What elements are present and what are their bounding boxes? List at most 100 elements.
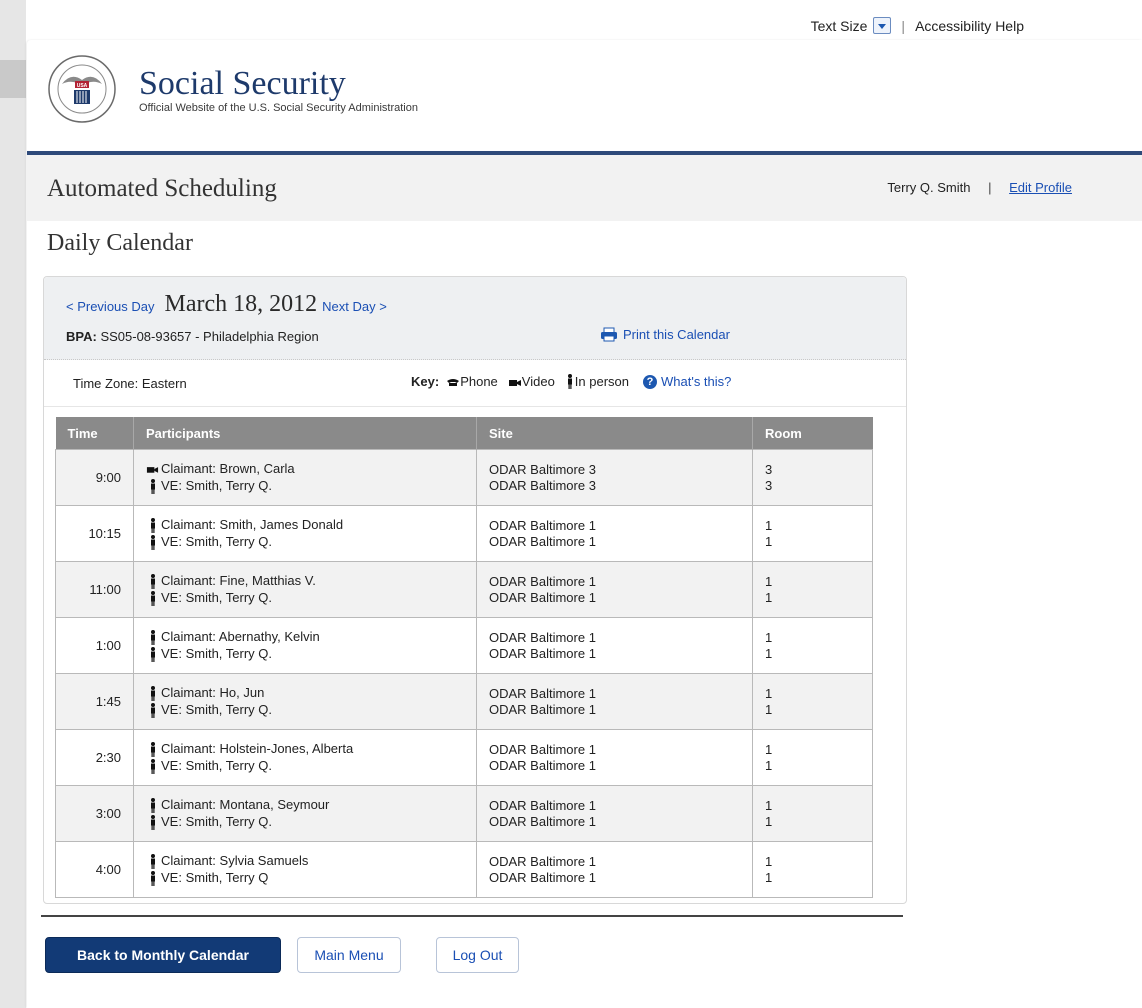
site-cell: ODAR Baltimore 1 ODAR Baltimore 1 [476,673,753,730]
user-menu: Terry Q. Smith | Edit Profile [887,180,1072,195]
room-number: 1 [765,813,773,829]
site-name: ODAR Baltimore 1 [489,797,596,813]
room-cell: 11 [752,729,873,786]
edit-profile-link[interactable]: Edit Profile [1009,180,1072,195]
in-person-icon [567,374,572,389]
in-person-icon [146,814,159,830]
participant: VE: Smith, Terry Q. [146,646,464,663]
site-name: ODAR Baltimore 1 [489,533,596,549]
back-to-monthly-calendar-button[interactable]: Back to Monthly Calendar [45,937,281,973]
participant: Claimant: Fine, Matthias V. [146,573,464,590]
room-cell: 33 [752,449,873,506]
appointment-time: 2:30 [55,729,134,786]
help-question-icon: ? [643,374,657,389]
room-number: 3 [765,461,773,477]
participant-name: VE: Smith, Terry Q. [161,478,273,493]
phone-icon [447,378,460,386]
table-row: 1:45 Claimant: Ho, Jun VE: Smith, Terry Q.… [55,673,873,730]
page: USA Social Security Official Website of … [27,40,1142,1008]
app-title: Automated Scheduling [47,175,277,202]
participant: VE: Smith, Terry Q. [146,758,464,775]
site-name: ODAR Baltimore 1 [489,645,596,661]
room-number: 1 [765,701,773,717]
log-out-button[interactable]: Log Out [436,937,519,973]
participants-cell: Claimant: Fine, Matthias V. VE: Smith, Te… [133,561,477,618]
site-cell: ODAR Baltimore 3 ODAR Baltimore 3 [476,449,753,506]
next-day-link[interactable]: Next Day > [322,299,387,314]
room-cell: 11 [752,617,873,674]
calendar-header: < Previous Day March 18, 2012 Next Day >… [44,277,906,360]
table-row: 3:00 Claimant: Montana, Seymour VE: Smith,… [55,785,873,842]
site-brand[interactable]: USA Social Security Official Website of … [47,54,418,124]
whats-this-link[interactable]: ? What's this? [643,374,731,389]
room-cell: 11 [752,673,873,730]
calendar-info-row: Time Zone: Eastern Key: Phone Video In p… [44,360,906,407]
app-bar: Automated Scheduling Terry Q. Smith | Ed… [27,155,1142,221]
page-title: Daily Calendar [47,230,193,256]
site-name: ODAR Baltimore 1 [489,853,596,869]
schedule-body: 9:00 Claimant: Brown, Carla VE: Smith, Ter… [55,449,873,898]
room-number: 1 [765,797,773,813]
in-person-icon [146,646,159,662]
calendar-date: March 18, 2012 [164,291,318,317]
participant: VE: Smith, Terry Q. [146,590,464,607]
site-cell: ODAR Baltimore 1 ODAR Baltimore 1 [476,617,753,674]
bpa-value: SS05-08-93657 - Philadelphia Region [100,329,319,344]
room-cell: 11 [752,505,873,562]
participant-name: VE: Smith, Terry Q. [161,758,273,773]
room-cell: 11 [752,841,873,898]
site-cell: ODAR Baltimore 1 ODAR Baltimore 1 [476,841,753,898]
in-person-icon [146,629,159,645]
user-name: Terry Q. Smith [887,180,971,195]
table-row: 1:00 Claimant: Abernathy, Kelvin VE: Smith… [55,617,873,674]
main-menu-button[interactable]: Main Menu [297,937,401,973]
previous-day-link[interactable]: < Previous Day [66,299,155,314]
whats-this-label: What's this? [661,374,732,389]
appointment-time: 3:00 [55,785,134,842]
site-cell: ODAR Baltimore 1 ODAR Baltimore 1 [476,729,753,786]
svg-text:USA: USA [77,83,88,89]
in-person-icon [146,702,159,718]
in-person-icon [146,685,159,701]
room-number: 1 [765,589,773,605]
in-person-icon [146,758,159,774]
appointment-time: 4:00 [55,841,134,898]
appointment-time: 10:15 [55,505,134,562]
ssa-seal-logo: USA [48,55,116,123]
utility-separator: | [901,17,906,34]
room-number: 1 [765,533,773,549]
appointment-time: 11:00 [55,561,134,618]
site-name: ODAR Baltimore 1 [489,573,596,589]
room-number: 1 [765,629,773,645]
participant-name: VE: Smith, Terry Q [161,870,269,885]
room-cell: 11 [752,561,873,618]
site-cell: ODAR Baltimore 1 ODAR Baltimore 1 [476,785,753,842]
room-number: 1 [765,685,773,701]
video-icon [146,462,159,477]
site-name: ODAR Baltimore 1 [489,741,596,757]
accessibility-help-link[interactable]: Accessibility Help [915,18,1024,34]
site-name: ODAR Baltimore 1 [489,869,596,885]
participant: Claimant: Smith, James Donald [146,517,464,534]
text-size-label[interactable]: Text Size [811,18,868,34]
day-navigation: < Previous Day March 18, 2012 Next Day > [66,291,387,318]
room-number: 3 [765,477,773,493]
brand-text: Social Security Official Website of the … [139,66,418,115]
room-number: 1 [765,645,773,661]
participant-name: Claimant: Sylvia Samuels [161,853,309,868]
participants-cell: Claimant: Montana, Seymour VE: Smith, Ter… [133,785,477,842]
utility-bar: Text Size | Accessibility Help [811,17,1024,34]
participant-name: VE: Smith, Terry Q. [161,814,273,829]
bpa-label: BPA: [66,329,97,344]
print-calendar-link[interactable]: Print this Calendar [600,327,730,342]
schedule-table: Time Participants Site Room 9:00 Claimant… [55,417,873,898]
footer-rule [41,915,903,917]
participant: Claimant: Abernathy, Kelvin [146,629,464,646]
table-row: 11:00 Claimant: Fine, Matthias V. VE: Smit… [55,561,873,618]
text-size-dropdown-icon[interactable] [873,17,892,34]
site-name: ODAR Baltimore 1 [489,629,596,645]
participant-name: VE: Smith, Terry Q. [161,646,273,661]
column-header-site: Site [476,417,753,450]
room-number: 1 [765,757,773,773]
site-name: ODAR Baltimore 1 [489,685,596,701]
